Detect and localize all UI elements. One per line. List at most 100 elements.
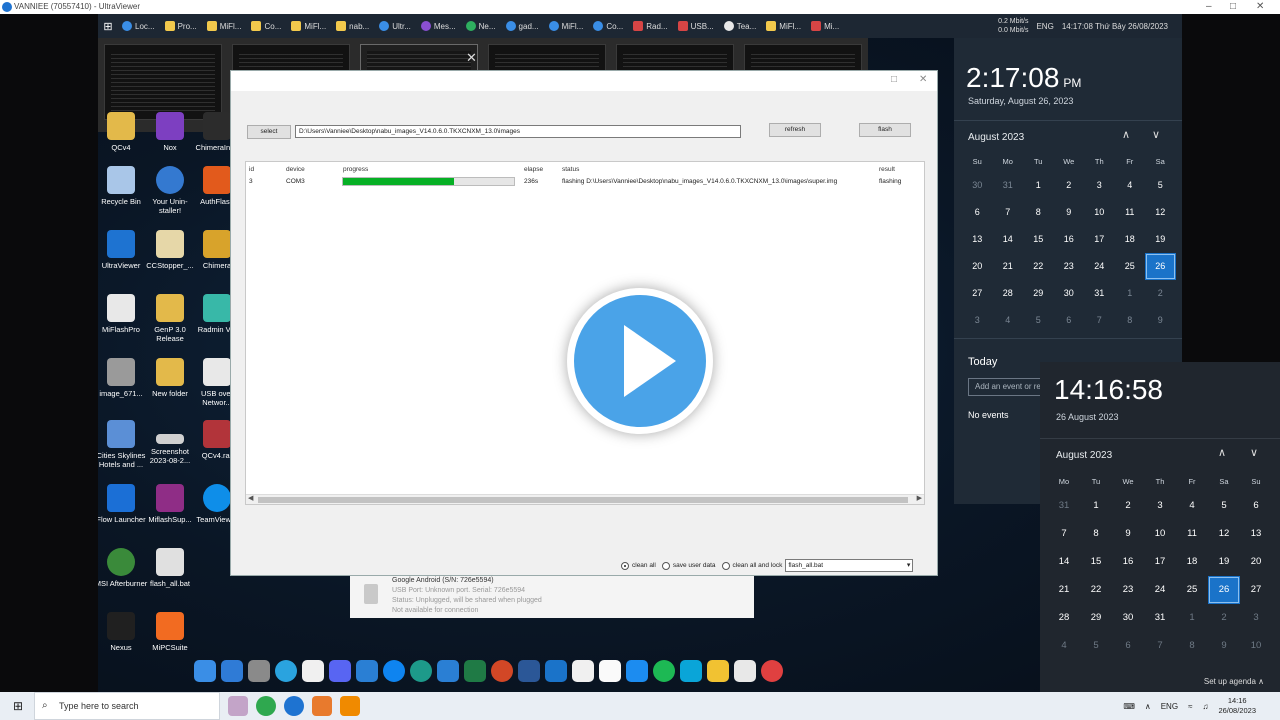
calendar-day-other-month[interactable]: 7	[1084, 307, 1115, 334]
calendar-day[interactable]: 2	[1112, 492, 1144, 520]
discord-icon[interactable]	[329, 660, 351, 682]
keyboard-icon[interactable]: ⌨	[1123, 702, 1135, 711]
remote-taskbar-tab[interactable]: Rad...	[629, 14, 671, 38]
image-path-field[interactable]: D:\Users\Vanniee\Desktop\nabu_images_V14…	[295, 125, 741, 138]
calendar-day[interactable]: 8	[1080, 520, 1112, 548]
save-user-data-radio[interactable]	[661, 561, 670, 570]
desktop-icon[interactable]: Flow Launcher	[98, 484, 148, 524]
calendar-day[interactable]: 24	[1084, 253, 1115, 280]
desktop-icon[interactable]: Recycle Bin	[98, 166, 148, 206]
horizontal-scrollbar[interactable]: ◀ ▶	[246, 494, 924, 504]
calendar-day[interactable]: 29	[1023, 280, 1054, 307]
calendar-day[interactable]: 20	[962, 253, 993, 280]
maximize-button[interactable]: □	[1230, 0, 1236, 14]
calendar-icon[interactable]	[599, 660, 621, 682]
calendar-day[interactable]: 21	[993, 253, 1024, 280]
remote-taskbar-tab[interactable]: USB...	[674, 14, 718, 38]
calendar-day[interactable]: 9	[1054, 199, 1085, 226]
remote-taskbar-tab[interactable]: gad...	[502, 14, 543, 38]
refresh-button[interactable]: refresh	[769, 123, 821, 137]
chevron-up-icon[interactable]: ∧	[1122, 128, 1130, 141]
calendar-day-today[interactable]: 26	[1145, 253, 1176, 280]
calendar-day[interactable]: 14	[993, 226, 1024, 253]
word-icon[interactable]	[518, 660, 540, 682]
calendar-day[interactable]: 15	[1080, 548, 1112, 576]
remote-taskbar-tab[interactable]: MiFl...	[287, 14, 330, 38]
excel-icon[interactable]	[464, 660, 486, 682]
calendar-day[interactable]: 17	[1084, 226, 1115, 253]
gmail-icon[interactable]	[572, 660, 594, 682]
calendar-day[interactable]: 28	[993, 280, 1024, 307]
calendar-day-today[interactable]: 26	[1208, 576, 1240, 604]
desktop-icon[interactable]: Nexus	[98, 612, 148, 652]
app-store-icon[interactable]	[626, 660, 648, 682]
calendar-day[interactable]: 4	[1115, 172, 1146, 199]
calendar-day[interactable]: 13	[1240, 520, 1272, 548]
calendar-day[interactable]: 1	[1080, 492, 1112, 520]
remote-taskbar-tab[interactable]: Mes...	[417, 14, 460, 38]
desktop-icon[interactable]: MSI Afterburner	[98, 548, 148, 588]
zalo-icon[interactable]	[383, 660, 405, 682]
calendar-day[interactable]: 4	[1176, 492, 1208, 520]
calendar-day[interactable]: 12	[1208, 520, 1240, 548]
calendar-day[interactable]: 29	[1080, 604, 1112, 632]
calendar-day[interactable]: 8	[1023, 199, 1054, 226]
calendar-day[interactable]: 7	[993, 199, 1024, 226]
desktop-icon[interactable]: MiflashSup...	[143, 484, 197, 524]
calendar-day[interactable]: 1	[1023, 172, 1054, 199]
calendar-day[interactable]: 6	[962, 199, 993, 226]
remote-taskbar-tab[interactable]: Ne...	[462, 14, 500, 38]
set-up-agenda-link[interactable]: Set up agenda ∧	[1204, 677, 1264, 686]
play-button-icon[interactable]	[567, 288, 713, 434]
calendar-day-other-month[interactable]: 3	[962, 307, 993, 334]
calendar-day-other-month[interactable]: 1	[1176, 604, 1208, 632]
calendar-day[interactable]: 18	[1176, 548, 1208, 576]
calendar-day[interactable]: 27	[1240, 576, 1272, 604]
calendar-day[interactable]: 13	[962, 226, 993, 253]
calendar-day[interactable]: 22	[1023, 253, 1054, 280]
close-button[interactable]: ✕	[1256, 0, 1264, 14]
calendar-day[interactable]: 12	[1145, 199, 1176, 226]
language-indicator[interactable]: ENG	[1161, 702, 1178, 711]
calendar-day[interactable]: 6	[1240, 492, 1272, 520]
calendar-day[interactable]: 14	[1048, 548, 1080, 576]
desktop-icon[interactable]: flash_all.bat	[143, 548, 197, 588]
calendar-day[interactable]: 25	[1115, 253, 1146, 280]
calendar-day[interactable]: 22	[1080, 576, 1112, 604]
calendar-day[interactable]: 7	[1048, 520, 1080, 548]
remote-taskbar-tab[interactable]: Co...	[589, 14, 627, 38]
calendar-day-other-month[interactable]: 5	[1080, 632, 1112, 660]
script-select[interactable]: flash_all.bat	[785, 559, 914, 572]
calendar-day-other-month[interactable]: 3	[1240, 604, 1272, 632]
calendar-day-other-month[interactable]: 30	[962, 172, 993, 199]
calendar-day[interactable]: 16	[1112, 548, 1144, 576]
desktop-icon[interactable]: QCv4	[98, 112, 148, 152]
calendar-day[interactable]: 30	[1054, 280, 1085, 307]
remote-taskbar-tab[interactable]: Mi...	[807, 14, 843, 38]
calendar-day[interactable]: 27	[962, 280, 993, 307]
desktop-icon[interactable]: GenP 3.0 Release	[143, 294, 197, 343]
chrome-icon[interactable]	[256, 696, 276, 716]
desktop-icon[interactable]: MiPCSuite	[143, 612, 197, 652]
calendar-day-other-month[interactable]: 5	[1023, 307, 1054, 334]
chevron-down-icon[interactable]: ∨	[1250, 446, 1258, 459]
remote-taskbar-tab[interactable]: nab...	[332, 14, 373, 38]
app-icon[interactable]	[228, 696, 248, 716]
remote-taskbar-tab[interactable]: Loc...	[118, 14, 159, 38]
sync-icon[interactable]	[680, 660, 702, 682]
language-indicator[interactable]: ENG	[1036, 22, 1053, 31]
edge-icon[interactable]	[410, 660, 432, 682]
volume-icon[interactable]: ♫	[1202, 702, 1208, 711]
desktop-icon[interactable]: UltraViewer	[98, 230, 148, 270]
calendar-day-other-month[interactable]: 1	[1115, 280, 1146, 307]
desktop-icon[interactable]: image_671...	[98, 358, 148, 398]
remote-taskbar-tab[interactable]: Tea...	[720, 14, 761, 38]
close-button[interactable]: ✕	[919, 74, 927, 85]
spotify-icon[interactable]	[653, 660, 675, 682]
settings-icon[interactable]	[248, 660, 270, 682]
remote-clock[interactable]: 14:17:08 Thứ Bảy 26/08/2023	[1062, 22, 1168, 31]
night-icon[interactable]	[734, 660, 756, 682]
calendar-day[interactable]: 19	[1145, 226, 1176, 253]
teamviewer-icon[interactable]	[284, 696, 304, 716]
calendar-day[interactable]: 23	[1112, 576, 1144, 604]
